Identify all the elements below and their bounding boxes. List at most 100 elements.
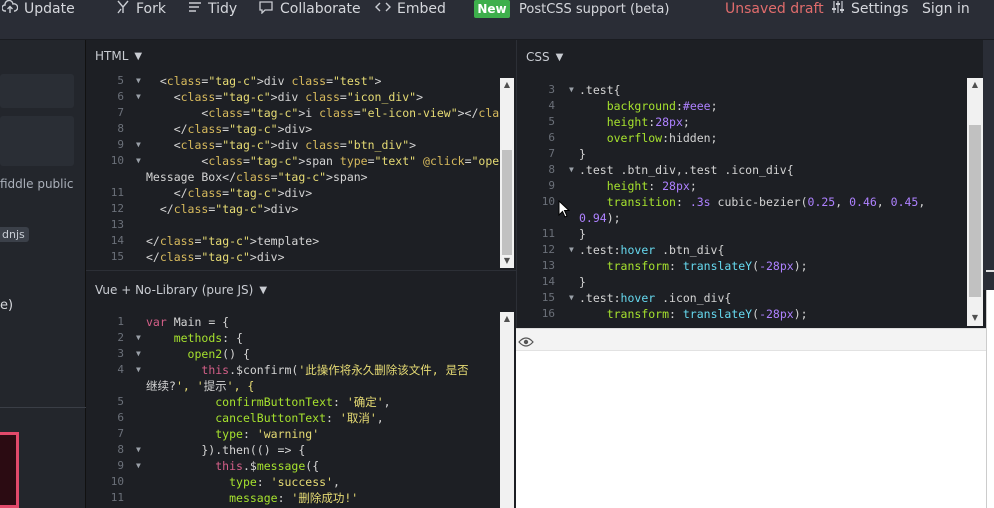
devtools-panel[interactable] xyxy=(986,290,994,508)
line-number: 8 xyxy=(117,443,124,456)
code-line[interactable]: }).then(() => { xyxy=(146,442,305,458)
code-line[interactable]: 继续?', '提示', { xyxy=(146,378,254,394)
code-line[interactable]: open2() { xyxy=(146,346,250,362)
html-pane-header[interactable]: HTML ▼ xyxy=(86,40,142,72)
tidy-icon xyxy=(188,1,202,17)
tidy-button[interactable]: Tidy xyxy=(188,0,237,18)
result-preview[interactable] xyxy=(516,328,986,508)
code-line[interactable]: } xyxy=(579,274,586,290)
line-number: 1 xyxy=(117,315,124,328)
code-line[interactable]: this.$confirm('此操作将永久删除该文件, 是否 xyxy=(146,362,468,378)
scroll-up-icon[interactable]: ▲ xyxy=(501,80,513,89)
code-line[interactable]: this.$message({ xyxy=(146,458,319,474)
fold-arrow-icon[interactable]: ▼ xyxy=(136,346,141,362)
code-line[interactable]: <class="tag-c">div class="icon_div"> xyxy=(146,89,423,105)
fold-arrow-icon[interactable]: ▼ xyxy=(569,162,574,178)
update-label: Update xyxy=(24,1,75,17)
chevron-down-icon[interactable]: ▼ xyxy=(259,285,267,296)
code-line[interactable]: height:28px; xyxy=(579,114,690,130)
code-line[interactable]: transform: translateY(-28px); xyxy=(579,306,808,322)
code-line[interactable]: type: 'success', xyxy=(146,474,340,490)
fold-arrow-icon[interactable]: ▼ xyxy=(136,458,141,474)
fold-arrow-icon[interactable]: ▼ xyxy=(569,290,574,306)
line-number: 11 xyxy=(541,227,555,240)
sidebar-field[interactable] xyxy=(0,116,74,166)
code-line[interactable]: <class="tag-c">div class="btn_div"> xyxy=(146,137,416,153)
css-pane-header[interactable]: CSS ▼ xyxy=(517,40,563,74)
fold-arrow-icon[interactable]: ▼ xyxy=(569,82,574,98)
embed-label: Embed xyxy=(397,1,446,17)
line-number: 8 xyxy=(117,122,124,135)
highlighted-box[interactable] xyxy=(0,432,19,508)
embed-icon xyxy=(375,1,391,17)
fold-arrow-icon[interactable]: ▼ xyxy=(136,73,141,89)
fork-button[interactable]: Fork xyxy=(116,0,166,18)
line-number: 12 xyxy=(110,202,124,215)
mouse-cursor xyxy=(558,199,571,222)
code-line[interactable]: 0.94); xyxy=(579,210,621,226)
js-scrollbar[interactable] xyxy=(500,312,514,508)
fold-arrow-icon[interactable]: ▼ xyxy=(136,137,141,153)
line-number: 6 xyxy=(117,411,124,424)
eye-icon[interactable] xyxy=(518,333,534,352)
line-number: 6 xyxy=(548,131,555,144)
code-line[interactable]: .test{ xyxy=(579,82,621,98)
fold-arrow-icon[interactable]: ▼ xyxy=(136,442,141,458)
code-line[interactable]: } xyxy=(579,226,586,242)
update-button[interactable]: Update xyxy=(1,0,75,18)
js-editor[interactable]: 1 var Main = {2 ▼ methods: {3 ▼ open2() {4 ▼… xyxy=(86,314,500,508)
code-line[interactable]: </class="tag-c">template> xyxy=(146,233,319,249)
code-line[interactable]: type: 'warning' xyxy=(146,426,319,442)
fold-arrow-icon[interactable]: ▼ xyxy=(136,153,141,169)
chevron-down-icon[interactable]: ▼ xyxy=(134,51,142,62)
html-scrollbar-thumb[interactable] xyxy=(502,150,512,255)
scroll-up-icon[interactable]: ▲ xyxy=(969,80,981,89)
code-line[interactable]: confirmButtonText: '确定', xyxy=(146,394,390,410)
code-line[interactable]: </class="tag-c">div> xyxy=(146,201,299,217)
code-line[interactable]: background:#eee; xyxy=(579,98,718,114)
html-editor[interactable]: 5 ▼ <class="tag-c">div class="test"> 6 ▼ <c… xyxy=(86,73,500,270)
code-line[interactable]: <class="tag-c">div class="test"> xyxy=(146,73,382,89)
css-editor[interactable]: 3 ▼ .test{4 background:#eee; 5 height:28px;… xyxy=(517,82,967,326)
line-number: 5 xyxy=(548,115,555,128)
code-line[interactable]: .test .btn_div,.test .icon_div{ xyxy=(579,162,794,178)
embed-button[interactable]: Embed xyxy=(375,0,446,18)
code-line[interactable]: </class="tag-c">div> xyxy=(146,249,285,265)
line-number: 14 xyxy=(110,234,124,247)
scroll-down-icon[interactable]: ▼ xyxy=(501,256,513,265)
line-number: 10 xyxy=(541,195,555,208)
code-line[interactable]: overflow:hidden; xyxy=(579,130,718,146)
postcss-link[interactable]: PostCSS support (beta) xyxy=(519,0,669,18)
code-line[interactable]: message: '删除成功!' xyxy=(146,490,358,506)
fold-arrow-icon[interactable]: ▼ xyxy=(136,362,141,378)
css-pane-title: CSS xyxy=(526,50,550,64)
code-line[interactable]: .test:hover .icon_div{ xyxy=(579,290,731,306)
code-line[interactable]: Message Box</class="tag-c">span> xyxy=(146,169,368,185)
sidebar-field[interactable] xyxy=(0,74,74,108)
sign-in-button[interactable]: Sign in xyxy=(922,0,970,18)
code-line[interactable]: var Main = { xyxy=(146,314,229,330)
js-pane-header[interactable]: Vue + No-Library (pure JS) ▼ xyxy=(86,271,267,309)
framework-tag[interactable]: dnjs xyxy=(0,227,29,242)
code-line[interactable]: height: 28px; xyxy=(579,178,697,194)
code-line[interactable]: cancelButtonText: '取消', xyxy=(146,410,383,426)
code-line[interactable]: </class="tag-c">div> xyxy=(146,121,313,137)
fold-arrow-icon[interactable]: ▼ xyxy=(136,89,141,105)
fold-arrow-icon[interactable]: ▼ xyxy=(136,330,141,346)
code-line[interactable]: </class="tag-c">div> xyxy=(146,185,313,201)
code-line[interactable]: .test:hover .btn_div{ xyxy=(579,242,724,258)
code-line[interactable]: <class="tag-c">i class="el-icon-view"></… xyxy=(146,105,500,121)
code-line[interactable]: } xyxy=(579,146,586,162)
code-line[interactable]: transition: .3s cubic-bezier(0.25, 0.46,… xyxy=(579,194,926,210)
settings-button[interactable]: Settings xyxy=(831,0,908,18)
scroll-down-icon[interactable]: ▼ xyxy=(969,313,981,322)
code-line[interactable]: methods: { xyxy=(146,330,243,346)
line-number: 14 xyxy=(541,275,555,288)
css-scrollbar-thumb[interactable] xyxy=(969,125,981,297)
collaborate-button[interactable]: Collaborate xyxy=(258,0,361,18)
chevron-down-icon[interactable]: ▼ xyxy=(556,52,564,63)
scroll-up-icon[interactable]: ▲ xyxy=(501,314,513,323)
code-line[interactable]: <class="tag-c">span type="text" @click="… xyxy=(146,153,500,169)
fold-arrow-icon[interactable]: ▼ xyxy=(569,242,574,258)
code-line[interactable]: transform: translateY(-28px); xyxy=(579,258,808,274)
